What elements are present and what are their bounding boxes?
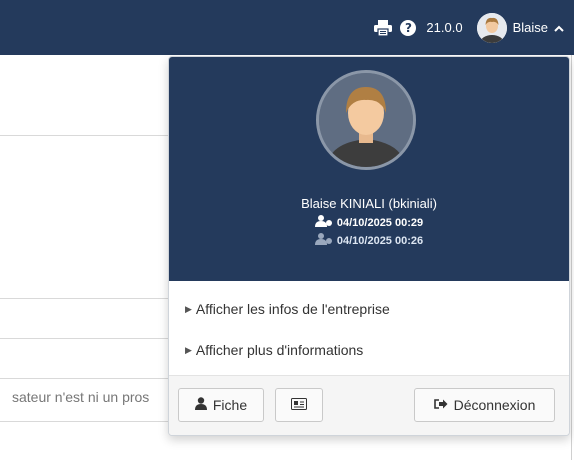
current-login-line: 04/10/2025 00:29 xyxy=(169,215,569,230)
background-truncated-text: sateur n'est ni un pros xyxy=(12,389,150,405)
fiche-button[interactable]: Fiche xyxy=(178,388,264,422)
page-edge-divider xyxy=(571,55,572,460)
question-circle-icon[interactable]: ? xyxy=(400,19,417,36)
navbar-right-group: ? 21.0.0 Blaise xyxy=(374,0,564,55)
menu-more-info[interactable]: ▶ Afficher plus d'informations xyxy=(185,342,363,358)
dropdown-footer: Fiche Déconnexion xyxy=(169,375,569,435)
caret-right-icon: ▶ xyxy=(185,344,192,355)
id-card-icon xyxy=(291,397,307,413)
previous-login-line: 04/10/2025 00:26 xyxy=(169,233,569,248)
users-icon xyxy=(314,215,333,230)
id-card-button[interactable] xyxy=(275,388,323,422)
users-history-icon xyxy=(314,233,333,248)
user-full-name: Blaise KINIALI (bkiniali) xyxy=(301,196,437,211)
profile-avatar xyxy=(316,70,416,170)
app-version: 21.0.0 xyxy=(426,20,463,35)
logout-button[interactable]: Déconnexion xyxy=(414,388,555,422)
background-divider xyxy=(0,338,170,339)
user-dropdown: Blaise KINIALI (bkiniali) 04/10/2025 00:… xyxy=(168,56,570,436)
fiche-label: Fiche xyxy=(212,397,248,413)
chevron-up-icon xyxy=(554,20,564,35)
profile-header: Blaise KINIALI (bkiniali) 04/10/2025 00:… xyxy=(169,57,569,281)
background-divider xyxy=(0,298,170,299)
menu-company-info-label: Afficher les infos de l'entreprise xyxy=(195,301,390,317)
current-login-time: 04/10/2025 00:29 xyxy=(336,216,424,229)
background-divider xyxy=(0,135,170,136)
print-icon[interactable] xyxy=(374,19,393,37)
menu-more-info-label: Afficher plus d'informations xyxy=(195,342,364,358)
username-short: Blaise xyxy=(512,20,548,35)
caret-right-icon: ▶ xyxy=(185,303,192,314)
background-divider xyxy=(0,421,170,422)
previous-login-time: 04/10/2025 00:26 xyxy=(336,234,424,247)
menu-company-info[interactable]: ▶ Afficher les infos de l'entreprise xyxy=(185,301,390,317)
background-divider xyxy=(0,378,170,379)
top-navbar: ? 21.0.0 Blaise xyxy=(0,0,574,55)
avatar xyxy=(476,12,507,43)
logout-label: Déconnexion xyxy=(453,397,536,413)
sign-out-icon xyxy=(433,397,448,413)
user-menu-toggle[interactable]: Blaise xyxy=(476,12,564,43)
user-icon xyxy=(194,397,207,413)
